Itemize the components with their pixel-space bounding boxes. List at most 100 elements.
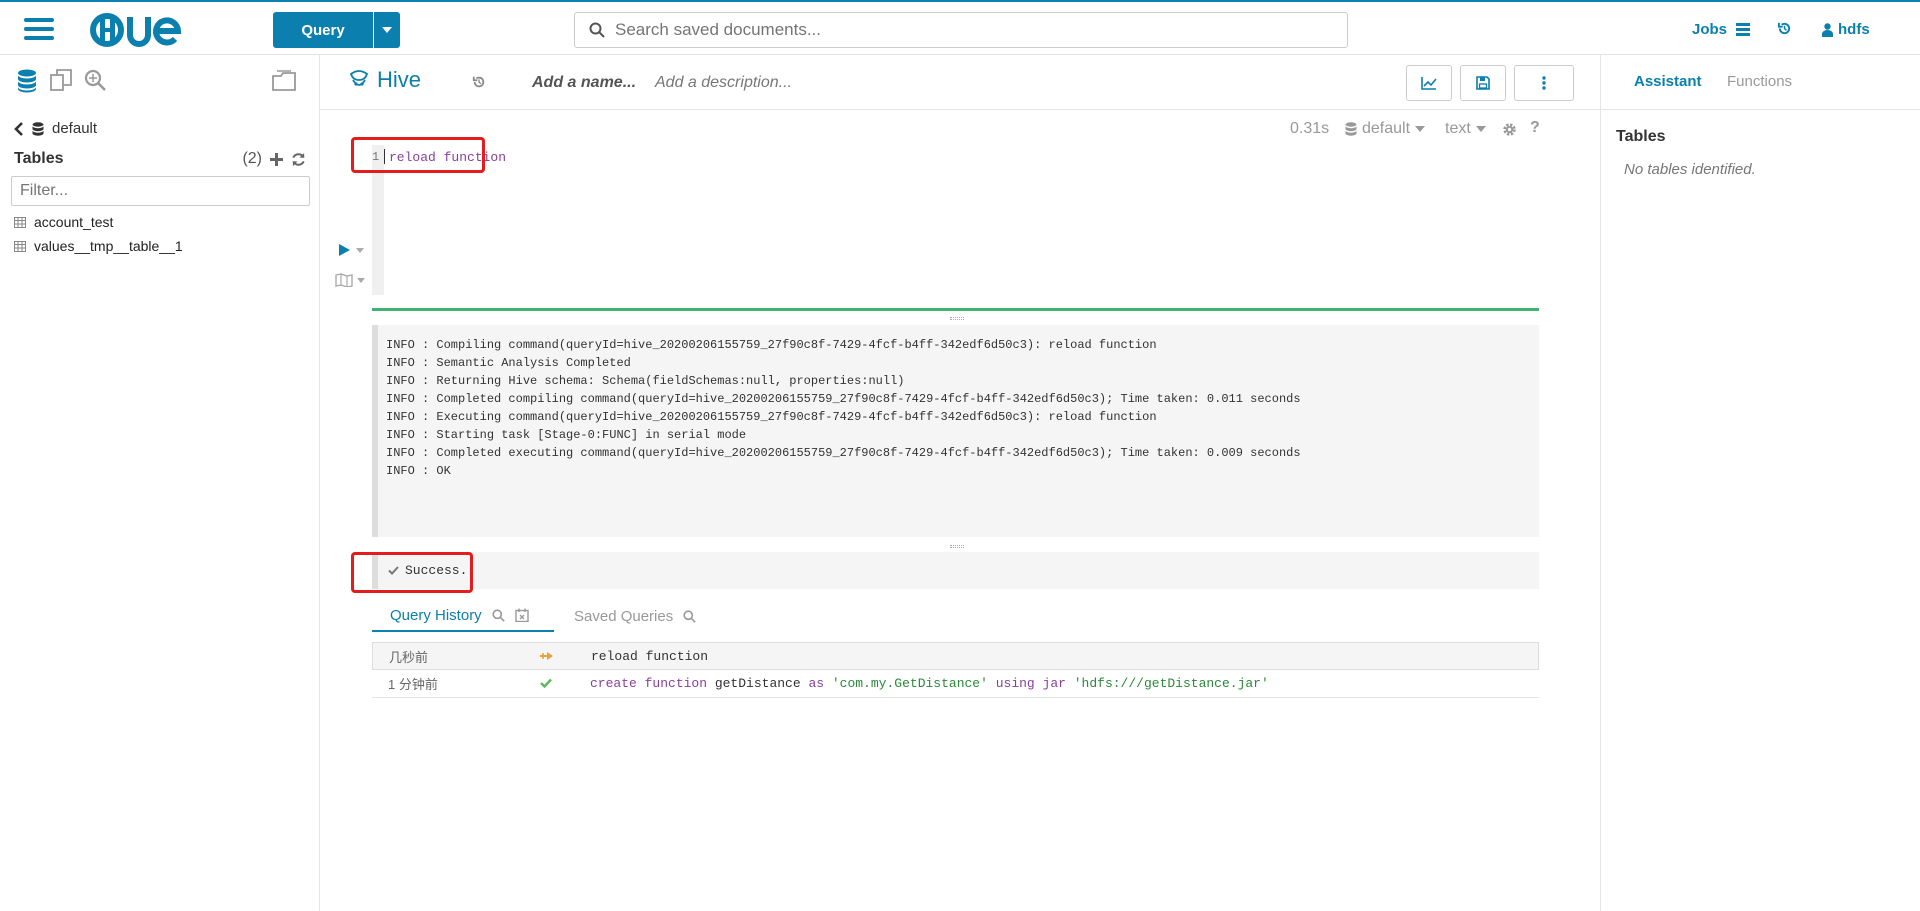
database-back-link[interactable]: default [14,120,97,137]
chevron-left-icon [14,121,23,136]
left-assist-panel: default Tables (2) account_test values__… [0,55,320,911]
log-line: INFO : OK [386,464,451,478]
check-icon [388,566,399,575]
log-line: INFO : Semantic Analysis Completed [386,356,631,370]
engine-title: Hive [347,67,421,93]
chevron-down-icon[interactable] [373,12,400,48]
query-name-field[interactable]: Add a name... [532,74,636,92]
table-row[interactable]: 1 分钟前 create function getDistance as 'co… [372,670,1539,698]
code-editor[interactable] [372,145,1572,295]
table-icon [14,240,26,252]
editor-area: Hive Add a name... Add a description... … [320,55,1600,911]
database-selector[interactable]: default [1345,120,1426,138]
history-tabs: Query History Saved Queries [372,600,1539,632]
vertical-ellipsis-icon [1542,76,1546,90]
map-icon [335,273,353,287]
query-history-table: 几秒前 reload function 1 分钟前 create functio… [372,642,1539,698]
menu-icon[interactable] [24,18,54,42]
database-selector-label: default [1362,120,1411,137]
more-options-button[interactable] [1514,65,1574,101]
result-message: Success. [372,552,1539,589]
text-cursor [384,149,385,164]
log-line: INFO : Starting task [Stage-0:FUNC] in s… [386,428,747,442]
tables-header: Tables (2) [14,150,306,168]
help-icon[interactable]: ? [1530,119,1540,137]
tab-saved-queries-label: Saved Queries [574,607,674,625]
log-line: INFO : Returning Hive schema: Schema(fie… [386,374,905,388]
refresh-icon[interactable] [291,152,306,167]
assistant-tabs: Assistant Functions [1601,55,1920,110]
user-icon [1822,22,1833,37]
hue-logo[interactable] [90,11,200,49]
documents-icon[interactable] [50,69,72,91]
save-button[interactable] [1460,65,1506,101]
search-icon[interactable] [683,609,696,623]
history-time: 几秒前 [389,649,429,665]
format-selector-label: text [1445,120,1471,137]
tab-functions[interactable]: Functions [1727,73,1792,90]
query-button-label: Query [301,21,345,39]
history-query: create function getDistance as 'com.my.G… [590,676,1269,691]
database-icon[interactable] [17,69,37,93]
search-icon[interactable] [84,69,106,91]
log-line: INFO : Executing command(queryId=hive_20… [386,410,1157,424]
chart-button[interactable] [1406,65,1452,101]
assist-toolbar [0,55,320,110]
chevron-down-icon [357,277,365,283]
jobs-button[interactable]: Jobs [1692,21,1751,38]
plus-icon[interactable] [270,152,283,166]
search-input[interactable] [615,20,1347,40]
check-icon [540,678,552,689]
search-icon [589,22,605,38]
tab-query-history[interactable]: Query History [372,600,554,632]
table-filter-input[interactable] [11,176,310,206]
history-query: reload function [591,648,709,664]
editor-header: Hive Add a name... Add a description... [320,55,1600,110]
chevron-down-icon [1415,126,1426,132]
search-icon[interactable] [492,608,505,622]
engine-name: Hive [377,67,422,92]
jobs-list-icon [1736,23,1751,36]
query-button[interactable]: Query [273,12,400,48]
explain-button[interactable] [335,273,365,287]
execution-log: INFO : Compiling command(queryId=hive_20… [372,325,1539,537]
query-description-field[interactable]: Add a description... [655,74,792,92]
format-selector[interactable]: text [1445,120,1486,138]
user-menu[interactable]: hdfs [1822,21,1870,38]
play-icon [339,244,350,256]
resize-handle[interactable] [950,317,964,320]
database-icon [32,121,44,136]
execution-time: 0.31s [1290,120,1330,137]
history-status [502,676,590,691]
folder-icon[interactable] [272,69,296,91]
top-navigation-bar: Query Jobs hdfs [0,0,1920,55]
gear-icon[interactable] [1502,122,1517,137]
database-icon [1345,122,1357,136]
table-name: account_test [34,214,114,230]
table-name: values__tmp__table__1 [34,238,183,254]
clear-calendar-icon[interactable] [514,608,529,622]
table-item[interactable]: account_test [14,214,113,230]
execute-button[interactable] [338,244,364,256]
line-number: 1 [372,150,380,164]
log-line: INFO : Compiling command(queryId=hive_20… [386,338,1157,352]
resize-handle[interactable] [950,545,964,548]
history-icon[interactable] [1777,21,1792,36]
log-line: INFO : Completed compiling command(query… [386,392,1301,406]
log-line: INFO : Completed executing command(query… [386,446,1301,460]
history-icon[interactable] [472,75,486,89]
tab-saved-queries[interactable]: Saved Queries [574,600,696,632]
user-label: hdfs [1838,21,1870,38]
chevron-down-icon [1475,126,1486,132]
tables-title: Tables [14,150,64,167]
table-item[interactable]: values__tmp__table__1 [14,238,183,254]
tab-query-history-label: Query History [390,606,482,624]
database-name: default [52,120,98,137]
tables-count: (2) [242,150,262,167]
right-assist-panel: Assistant Functions Tables No tables ide… [1600,55,1920,911]
save-icon [1476,76,1490,90]
table-icon [14,216,26,228]
table-row[interactable]: 几秒前 reload function [372,642,1539,670]
search-documents-box[interactable] [574,12,1348,48]
tab-assistant[interactable]: Assistant [1634,73,1702,90]
